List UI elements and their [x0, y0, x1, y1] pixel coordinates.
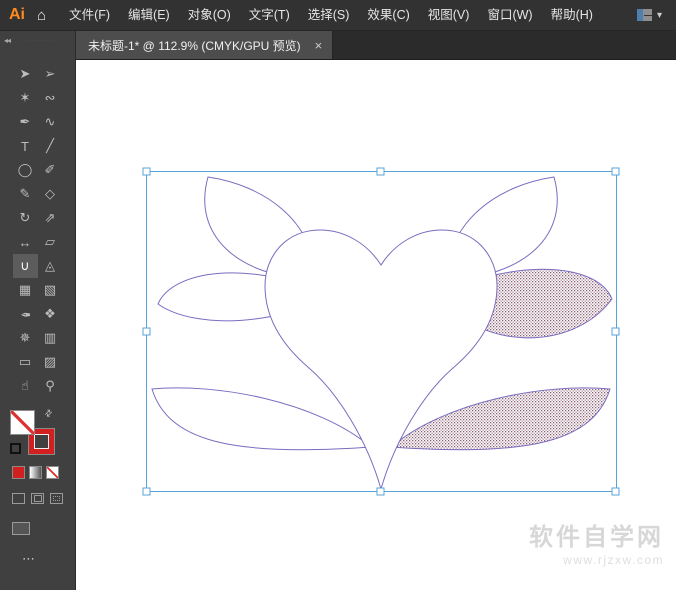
menu-item[interactable]: 文件(F) [60, 0, 119, 30]
fill-swatch-none[interactable] [10, 410, 35, 435]
winged-heart-drawing[interactable] [152, 177, 612, 489]
scale-tool[interactable]: ⇗ [38, 206, 63, 230]
type-tool[interactable]: T [13, 134, 38, 158]
menu-item[interactable]: 选择(S) [299, 0, 359, 30]
pen-tool[interactable]: ✒ [13, 110, 38, 134]
selection-handle[interactable] [377, 168, 384, 175]
lasso-tool[interactable]: ∾ [38, 86, 63, 110]
chevron-down-icon: ▾ [657, 10, 662, 21]
color-button[interactable] [12, 466, 25, 479]
menu-item[interactable]: 窗口(W) [478, 0, 541, 30]
menu-item[interactable]: 对象(O) [179, 0, 240, 30]
workspace-grid-icon [637, 9, 652, 21]
magic-wand-tool[interactable]: ✶ [13, 86, 38, 110]
watermark-site-name: 软件自学网 [529, 523, 664, 553]
home-icon[interactable]: ⌂ [35, 7, 60, 24]
none-button[interactable] [46, 466, 59, 479]
hand-tool[interactable]: ☝ [13, 374, 38, 398]
tools-panel-header: ◂◂ ········· [0, 30, 75, 48]
width-tool[interactable]: ↔ [13, 230, 38, 254]
rotate-tool[interactable]: ↻ [13, 206, 38, 230]
tools-grid: ➤➢✶∾✒∿T╱◯✐✎◇↻⇗↔▱∪◬▦▧✒❖✵▥▭▨☝⚲ [0, 62, 75, 398]
color-buttons [12, 466, 75, 479]
swap-fill-stroke-icon[interactable]: ⇄ [43, 407, 56, 420]
column-graph-tool[interactable]: ▥ [38, 326, 63, 350]
artboard-canvas[interactable]: 软件自学网 www.rjzxw.com [76, 59, 676, 590]
menu-item[interactable]: 视图(V) [419, 0, 479, 30]
shape-builder-tool[interactable]: ∪ [13, 254, 38, 278]
menu-item[interactable]: 编辑(E) [119, 0, 179, 30]
document-tab-title: 未标题-1* @ 112.9% (CMYK/GPU 预览) [88, 37, 301, 54]
selection-handle[interactable] [612, 488, 619, 495]
menu-items: 文件(F)编辑(E)对象(O)文字(T)选择(S)效果(C)视图(V)窗口(W)… [60, 0, 602, 30]
draw-normal-button[interactable] [12, 493, 25, 504]
symbol-sprayer-tool[interactable]: ✵ [13, 326, 38, 350]
eraser-tool[interactable]: ◇ [38, 182, 63, 206]
menu-bar: Ai ⌂ 文件(F)编辑(E)对象(O)文字(T)选择(S)效果(C)视图(V)… [0, 0, 676, 31]
selection-handle[interactable] [612, 168, 619, 175]
selection-handle[interactable] [377, 488, 384, 495]
zoom-tool[interactable]: ⚲ [38, 374, 63, 398]
draw-inside-button[interactable] [50, 493, 63, 504]
gradient-tool[interactable]: ▧ [38, 278, 63, 302]
default-fill-stroke-icon[interactable] [10, 443, 21, 454]
workspace-switcher[interactable]: ▾ [623, 9, 676, 21]
free-transform-tool[interactable]: ▱ [38, 230, 63, 254]
pencil-tool[interactable]: ✎ [13, 182, 38, 206]
close-icon[interactable]: × [315, 38, 323, 53]
document-tab[interactable]: 未标题-1* @ 112.9% (CMYK/GPU 预览) × [76, 31, 333, 59]
direct-selection-tool[interactable]: ➢ [38, 62, 63, 86]
menu-item[interactable]: 文字(T) [240, 0, 299, 30]
menu-item[interactable]: 效果(C) [358, 0, 418, 30]
screen-mode-button[interactable] [12, 522, 30, 535]
gradient-button[interactable] [29, 466, 42, 479]
selection-handle[interactable] [143, 328, 150, 335]
more-tools-icon[interactable]: ⋯ [22, 551, 75, 567]
ellipse-tool[interactable]: ◯ [13, 158, 38, 182]
menu-item[interactable]: 帮助(H) [542, 0, 602, 30]
document-tab-bar: 未标题-1* @ 112.9% (CMYK/GPU 预览) × [75, 30, 676, 60]
mesh-tool[interactable]: ▦ [13, 278, 38, 302]
watermark-site-url: www.rjzxw.com [529, 553, 664, 568]
curvature-tool[interactable]: ∿ [38, 110, 63, 134]
watermark: 软件自学网 www.rjzxw.com [529, 523, 664, 568]
app-logo[interactable]: Ai [0, 6, 35, 24]
drawing-modes [12, 493, 75, 504]
blend-tool[interactable]: ❖ [38, 302, 63, 326]
draw-behind-button[interactable] [31, 493, 44, 504]
slice-tool[interactable]: ▨ [38, 350, 63, 374]
eyedropper-tool[interactable]: ✒ [13, 302, 38, 326]
selection-handle[interactable] [612, 328, 619, 335]
selection-handle[interactable] [143, 488, 150, 495]
tools-panel: ◂◂ ········· ➤➢✶∾✒∿T╱◯✐✎◇↻⇗↔▱∪◬▦▧✒❖✵▥▭▨☝… [0, 30, 76, 590]
selection-handle[interactable] [143, 168, 150, 175]
fill-stroke-indicator: ⇄ [10, 410, 54, 454]
artboard-tool[interactable]: ▭ [13, 350, 38, 374]
artwork-svg [76, 59, 676, 590]
selection-tool[interactable]: ➤ [13, 62, 38, 86]
line-segment-tool[interactable]: ╱ [38, 134, 63, 158]
panel-grip[interactable]: ········· [10, 37, 71, 44]
perspective-grid-tool[interactable]: ◬ [38, 254, 63, 278]
paintbrush-tool[interactable]: ✐ [38, 158, 63, 182]
